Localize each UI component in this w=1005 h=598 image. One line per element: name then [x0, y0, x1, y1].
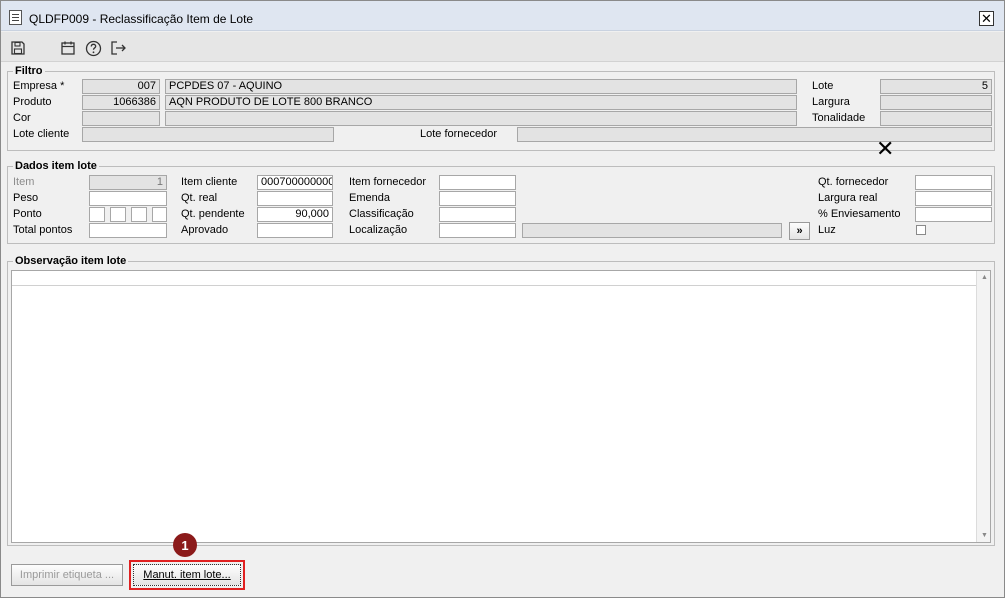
peso-field[interactable] — [89, 191, 167, 206]
ponto-field-1[interactable] — [89, 207, 105, 222]
aprovado-label: Aprovado — [181, 224, 229, 236]
tonalidade-field[interactable] — [880, 111, 992, 126]
scroll-up-icon[interactable]: ▲ — [981, 274, 988, 281]
ponto-field-4[interactable] — [152, 207, 167, 222]
localizacao-desc-field — [522, 223, 782, 238]
classificacao-label: Classificação — [349, 208, 414, 220]
largura-real-field[interactable] — [915, 191, 992, 206]
largura-field[interactable] — [880, 95, 992, 110]
aprovado-field[interactable] — [257, 223, 333, 238]
exit-icon[interactable] — [109, 39, 127, 57]
item-cliente-label: Item cliente — [181, 176, 238, 188]
lote-cliente-field[interactable] — [82, 127, 334, 142]
peso-label: Peso — [13, 192, 39, 204]
localizacao-field[interactable] — [439, 223, 516, 238]
ponto-field-2[interactable] — [110, 207, 126, 222]
calendar-icon[interactable] — [59, 39, 77, 57]
qt-fornecedor-label: Qt. fornecedor — [818, 176, 889, 188]
form-icon — [9, 10, 22, 25]
produto-code-field[interactable]: 1066386 — [82, 95, 160, 110]
enviesamento-label: % Enviesamento — [818, 208, 901, 220]
empresa-label: Empresa * — [13, 80, 65, 92]
help-icon[interactable] — [84, 39, 102, 57]
lote-fornecedor-field[interactable] — [517, 127, 992, 142]
qt-real-field[interactable] — [257, 191, 333, 206]
close-cursor-icon: ✕ — [876, 136, 895, 161]
qt-fornecedor-field[interactable] — [915, 175, 992, 190]
step-badge: 1 — [173, 533, 197, 557]
qt-pendente-label: Qt. pendente — [181, 208, 245, 220]
manut-item-lote-button[interactable]: Manut. item lote... — [133, 564, 241, 586]
lote-field[interactable]: 5 — [880, 79, 992, 94]
produto-name-field[interactable]: AQN PRODUTO DE LOTE 800 BRANCO — [165, 95, 797, 110]
largura-real-label: Largura real — [818, 192, 878, 204]
total-pontos-field[interactable] — [89, 223, 167, 238]
cor-name-field[interactable] — [165, 111, 797, 126]
ponto-label: Ponto — [13, 208, 42, 220]
cor-code-field[interactable] — [82, 111, 160, 126]
scroll-down-icon[interactable]: ▼ — [981, 532, 988, 539]
produto-label: Produto — [13, 96, 52, 108]
filtro-legend: Filtro — [13, 65, 45, 77]
save-icon[interactable] — [9, 39, 27, 57]
filtro-group: Filtro Empresa * 007 PCPDES 07 - AQUINO … — [7, 65, 995, 151]
dados-item-lote-group: Dados item lote Item 1 Peso Ponto Total … — [7, 160, 995, 244]
luz-checkbox[interactable] — [916, 225, 926, 235]
localizacao-label: Localização — [349, 224, 408, 236]
observacao-group: Observação item lote ▲ ▼ — [7, 255, 995, 546]
total-pontos-label: Total pontos — [13, 224, 73, 236]
classificacao-field[interactable] — [439, 207, 516, 222]
empresa-name-field[interactable]: PCPDES 07 - AQUINO — [165, 79, 797, 94]
item-fornecedor-label: Item fornecedor — [349, 176, 427, 188]
item-label: Item — [13, 176, 35, 188]
tonalidade-label: Tonalidade — [812, 112, 866, 124]
imprimir-etiqueta-button: Imprimir etiqueta ... — [11, 564, 123, 586]
emenda-label: Emenda — [349, 192, 390, 204]
luz-label: Luz — [818, 224, 836, 236]
observacao-textarea[interactable]: ▲ ▼ — [11, 270, 991, 543]
empresa-code-field[interactable]: 007 — [82, 79, 160, 94]
lote-fornecedor-label: Lote fornecedor — [420, 128, 498, 140]
qt-real-label: Qt. real — [181, 192, 218, 204]
largura-label: Largura — [812, 96, 850, 108]
dados-legend: Dados item lote — [13, 160, 99, 172]
ponto-field-3[interactable] — [131, 207, 147, 222]
qt-pendente-field[interactable]: 90,000 — [257, 207, 333, 222]
lote-cliente-label: Lote cliente — [13, 128, 70, 140]
lote-label: Lote — [812, 80, 834, 92]
title-bar: QLDFP009 - Reclassificação Item de Lote … — [1, 1, 1004, 31]
main-window: QLDFP009 - Reclassificação Item de Lote … — [0, 0, 1005, 598]
item-field: 1 — [89, 175, 167, 190]
close-button[interactable]: ✕ — [979, 11, 994, 26]
emenda-field[interactable] — [439, 191, 516, 206]
observacao-scrollbar[interactable]: ▲ ▼ — [976, 271, 990, 542]
observacao-legend: Observação item lote — [13, 255, 129, 267]
enviesamento-field[interactable] — [915, 207, 992, 222]
localizacao-search-button[interactable]: » — [789, 222, 810, 240]
item-cliente-field[interactable]: 000700000000000 — [257, 175, 333, 190]
item-fornecedor-field[interactable] — [439, 175, 516, 190]
cor-label: Cor — [13, 112, 31, 124]
observacao-text[interactable] — [12, 271, 976, 286]
window-title: QLDFP009 - Reclassificação Item de Lote — [29, 12, 254, 26]
toolbar — [1, 32, 1004, 62]
